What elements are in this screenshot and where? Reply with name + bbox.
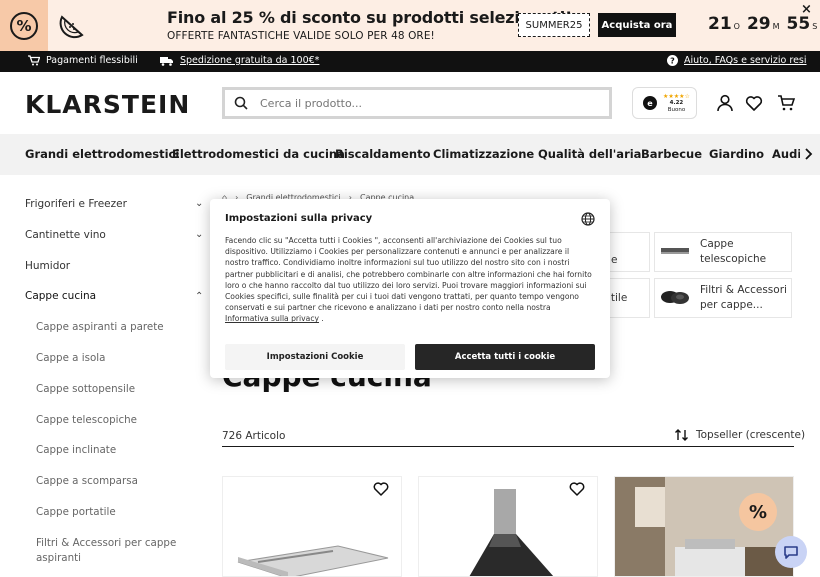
promo-banner: % Fino al 25 % di sconto su prodotti sel…	[0, 0, 820, 51]
product-card[interactable]	[222, 476, 402, 577]
product-image	[237, 545, 389, 576]
chevron-right-icon[interactable]	[800, 147, 820, 163]
logo[interactable]: KLARSTEIN	[25, 90, 190, 119]
watermelon-icon	[59, 15, 84, 39]
trust-badge-icon: e	[643, 96, 657, 110]
help-label: Aiuto, FAQs e servizio resi	[684, 55, 807, 66]
countdown-minutes-unit: M	[772, 22, 780, 31]
privacy-modal: Impostazioni sulla privacy Facendo clic …	[210, 199, 610, 378]
help-icon: ?	[667, 55, 678, 66]
countdown-timer: 21 O 29 M 55 S	[708, 14, 820, 34]
sidebar-subitem-wall-hoods[interactable]: Cappe aspiranti a parete	[36, 321, 164, 333]
sidebar-subitem-retractable-hoods[interactable]: Cappe a scomparsa	[36, 475, 138, 487]
sidebar-item-label: Frigoriferi e Freezer	[25, 198, 127, 210]
nav-heating[interactable]: Riscaldamento	[335, 147, 431, 161]
heart-icon[interactable]	[745, 94, 763, 112]
privacy-title: Impostazioni sulla privacy	[225, 213, 373, 224]
product-image	[469, 489, 554, 576]
nav-air-conditioning[interactable]: Climatizzazione	[433, 147, 534, 161]
sidebar-subitem-telescopic-hoods[interactable]: Cappe telescopiche	[36, 414, 137, 426]
sidebar-item-humidor[interactable]: Humidor	[25, 260, 70, 272]
chevron-down-icon[interactable]: ⌄	[195, 229, 203, 240]
trusted-shops-badge[interactable]: e ★★★★☆ 4.22 Buono	[632, 87, 697, 119]
sidebar-subitem-undercabinet-hoods[interactable]: Cappe sottopensile	[36, 383, 135, 395]
article-count: 726 Articolo	[222, 430, 286, 442]
category-nav: Grandi elettrodomestici Elettrodomestici…	[0, 134, 820, 175]
chevron-up-icon[interactable]: ⌃	[195, 291, 203, 302]
cart-icon	[28, 55, 40, 66]
category-tile-filters[interactable]: Filtri & Accessori per cappe...	[654, 278, 792, 318]
user-icon[interactable]	[716, 94, 734, 112]
sidebar-item-label: Humidor	[25, 260, 71, 272]
category-tile-telescopic[interactable]: Cappe telescopiche	[654, 232, 792, 272]
search-bar[interactable]	[222, 87, 612, 119]
search-input[interactable]	[260, 96, 580, 110]
promo-title: Fino al 25 % di sconto su prodotti selez…	[167, 8, 573, 27]
truck-icon	[160, 56, 173, 66]
chevron-down-icon[interactable]: ⌄	[195, 198, 203, 209]
trust-rating: ★★★★☆ 4.22 Buono	[663, 93, 690, 114]
telescopic-hood-image	[661, 248, 689, 254]
countdown-seconds: 55	[786, 14, 811, 34]
nav-large-appliances[interactable]: Grandi elettrodomestici	[25, 147, 179, 161]
sidebar-item-label: Cappe cucina	[25, 290, 97, 302]
sidebar-subitem-inclined-hoods[interactable]: Cappe inclinate	[36, 444, 116, 456]
countdown-minutes: 29	[746, 14, 771, 34]
flexible-payments[interactable]: Pagamenti flessibili	[28, 55, 138, 66]
shop-now-button[interactable]: Acquista ora	[598, 13, 676, 37]
free-shipping[interactable]: Spedizione gratuita da 100€*	[160, 55, 319, 66]
nav-garden[interactable]: Giardino	[709, 147, 764, 161]
privacy-body-end: .	[318, 314, 324, 324]
divider	[222, 446, 794, 447]
rating-label: Buono	[667, 106, 686, 113]
sidebar-item-hoods[interactable]: Cappe cucina ⌃	[25, 290, 203, 302]
countdown-hours-unit: O	[733, 22, 740, 31]
cart-icon[interactable]	[777, 94, 795, 112]
sidebar-item-label: Cantinette vino	[25, 229, 106, 241]
flexible-payments-label: Pagamenti flessibili	[46, 55, 138, 66]
product-card[interactable]	[418, 476, 598, 577]
sort-icon	[675, 429, 688, 441]
free-shipping-label: Spedizione gratuita da 100€*	[180, 55, 320, 66]
countdown-hours: 21	[708, 14, 732, 34]
privacy-body: Facendo clic su "Accetta tutti i Cookies…	[225, 235, 595, 325]
countdown-seconds-unit: S	[812, 22, 818, 31]
info-strip: Pagamenti flessibili Spedizione gratuita…	[0, 51, 820, 72]
heart-icon[interactable]	[373, 481, 389, 497]
svg-text:?: ?	[670, 57, 675, 66]
nav-next-arrow[interactable]	[800, 147, 816, 161]
percent-icon: %	[0, 0, 48, 51]
category-tile-label: e	[611, 254, 618, 266]
privacy-policy-link[interactable]: Informativa sulla privacy	[225, 314, 319, 323]
rating-stars: ★★★★☆	[663, 92, 690, 100]
filters-image	[661, 291, 689, 304]
sort-dropdown[interactable]: Topseller (crescente)	[675, 429, 805, 441]
search-icon[interactable]	[234, 96, 248, 110]
accept-all-cookies-button[interactable]: Accetta tutti i cookie	[415, 344, 595, 370]
close-icon[interactable]: ×	[801, 2, 812, 17]
sidebar-item-wine-coolers[interactable]: Cantinette vino ⌄	[25, 229, 203, 241]
nav-kitchen-appliances[interactable]: Elettrodomestici da cucina	[172, 147, 345, 161]
sidebar-subitem-filters[interactable]: Filtri & Accessori per cappe aspiranti	[36, 536, 196, 566]
sidebar-subitem-portable-hoods[interactable]: Cappe portatile	[36, 506, 116, 518]
sort-label: Topseller (crescente)	[696, 429, 806, 441]
sidebar-subitem-island-hoods[interactable]: Cappe a isola	[36, 352, 105, 364]
category-tile-label: Filtri & Accessori per cappe...	[700, 284, 787, 311]
promo-code[interactable]: SUMMER25	[518, 13, 590, 37]
site-header: KLARSTEIN e ★★★★☆ 4.22 Buono	[0, 72, 820, 134]
globe-icon[interactable]	[581, 212, 595, 226]
promo-subtitle: OFFERTE FANTASTICHE VALIDE SOLO PER 48 O…	[167, 30, 435, 42]
help-link[interactable]: ? Aiuto, FAQs e servizio resi	[667, 55, 807, 66]
sidebar-item-fridges[interactable]: Frigoriferi e Freezer ⌄	[25, 198, 203, 210]
nav-barbecue[interactable]: Barbecue	[641, 147, 702, 161]
chat-button[interactable]	[775, 536, 807, 568]
chat-icon	[784, 546, 798, 559]
category-tile-label: Cappe telescopiche	[700, 238, 767, 265]
nav-air-quality[interactable]: Qualità dell'aria	[538, 147, 641, 161]
privacy-body-text: Facendo clic su "Accetta tutti i Cookies…	[225, 236, 592, 313]
cookie-settings-button[interactable]: Impostazioni Cookie	[225, 344, 405, 370]
discount-badge: %	[739, 493, 777, 531]
rating-score: 4.22	[669, 99, 684, 106]
